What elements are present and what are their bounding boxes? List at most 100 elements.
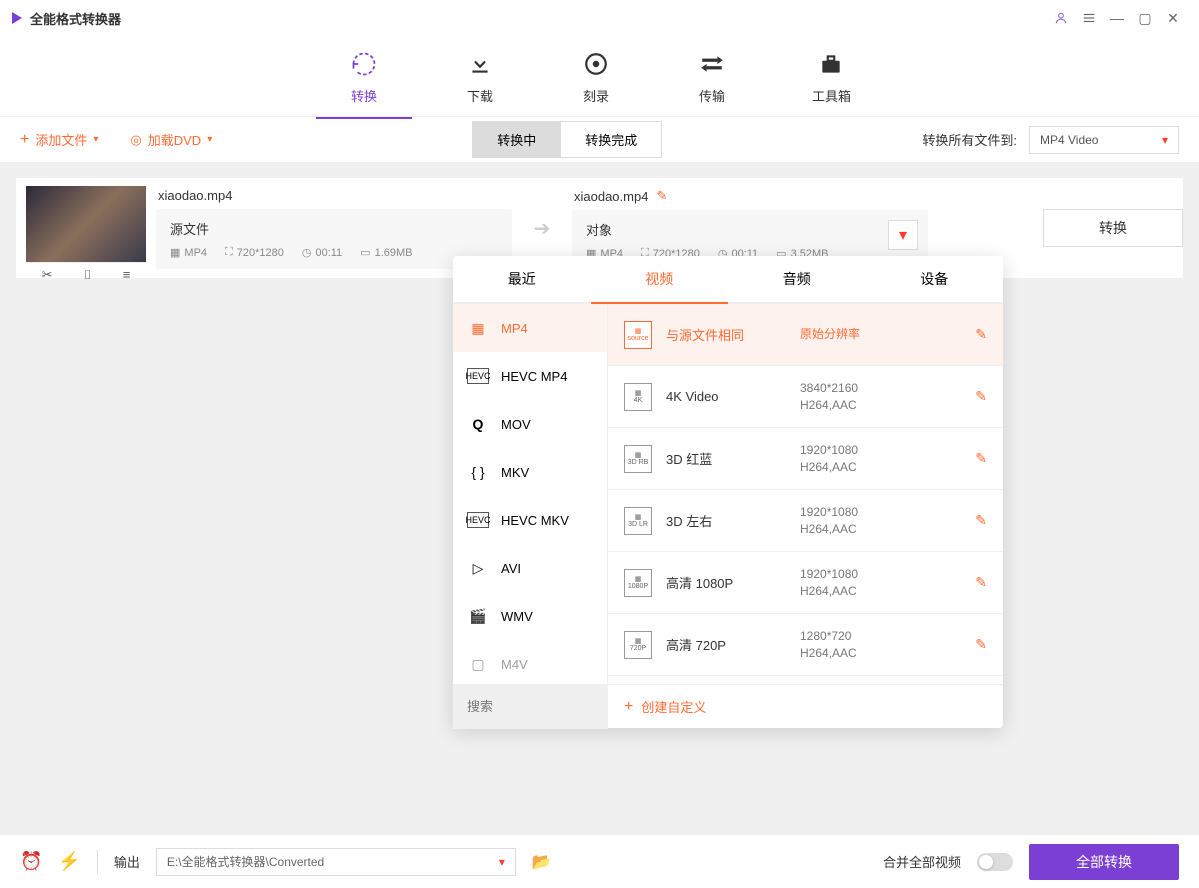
create-custom-button[interactable]: + 创建自定义 [608,697,1003,716]
cut-icon[interactable]: ✂ [42,267,53,283]
disc-icon: ◎ [130,132,141,148]
popup-tab-recent[interactable]: 最近 [453,256,591,302]
chevron-down-icon: ▾ [93,134,98,145]
maximize-icon[interactable]: ▢ [1131,4,1159,32]
close-icon[interactable]: ✕ [1159,4,1187,32]
preset-icon: ▦4K [624,383,652,411]
target-title: 对象 [586,220,914,239]
edit-preset-icon[interactable]: ✎ [975,636,987,653]
edit-name-icon[interactable]: ✎ [656,188,667,204]
preset-720p[interactable]: ▦720P 高清 720P 1280*720H264,AAC ✎ [608,614,1003,676]
preset-icon: ▦720P [624,631,652,659]
format-select-value: MP4 Video [1040,133,1098,147]
preset-3d-rb[interactable]: ▦3D RB 3D 红蓝 1920*1080H264,AAC ✎ [608,428,1003,490]
output-path-value: E:\全能格式转换器\Converted [167,853,324,870]
preset-1080p[interactable]: ▦1080P 高清 1080P 1920*1080H264,AAC ✎ [608,552,1003,614]
edit-preset-icon[interactable]: ✎ [975,450,987,467]
format-hevc-mp4[interactable]: HEVCHEVC MP4 [453,352,607,400]
add-file-button[interactable]: + 添加文件 ▾ [20,130,98,149]
plus-icon: + [624,698,633,716]
preset-4k[interactable]: ▦4K 4K Video 3840*2160H264,AAC ✎ [608,366,1003,428]
download-icon [464,48,496,80]
source-title: 源文件 [170,219,498,238]
preset-icon: ▦3D RB [624,445,652,473]
merge-label: 合并全部视频 [883,852,961,871]
hevc-icon: HEVC [467,368,489,384]
divider [97,850,98,874]
convert-all-label: 转换所有文件到: [922,130,1017,149]
preset-icon: ▦3D LR [624,507,652,535]
output-path-select[interactable]: E:\全能格式转换器\Converted ▾ [156,848,516,876]
format-list: ▦MP4 HEVCHEVC MP4 QMOV { }MKV HEVCHEVC M… [453,304,608,684]
edit-preset-icon[interactable]: ✎ [975,326,987,343]
format-select[interactable]: MP4 Video ▾ [1029,126,1179,154]
format-mp4[interactable]: ▦MP4 [453,304,607,352]
src-resolution: ⛶ 720*1280 [225,246,284,259]
load-dvd-button[interactable]: ◎ 加载DVD ▾ [130,130,212,149]
open-folder-icon[interactable]: 📂 [532,852,552,872]
preset-icon: ▦source [624,321,652,349]
minimize-icon[interactable]: — [1103,4,1131,32]
tab-done[interactable]: 转换完成 [560,121,662,158]
search-input[interactable] [453,685,608,729]
popup-tab-audio[interactable]: 音频 [728,256,866,302]
hevc-icon: HEVC [467,512,489,528]
app-title: 全能格式转换器 [30,9,121,28]
quicktime-icon: Q [467,416,489,432]
format-mkv[interactable]: { }MKV [453,448,607,496]
convert-all-button[interactable]: 全部转换 [1029,844,1179,880]
clock-icon[interactable]: ⏰ [20,851,42,872]
src-size: ▭ 1.69MB [360,246,412,259]
lightning-icon[interactable]: ⚡ [58,851,80,872]
merge-toggle[interactable] [977,853,1013,871]
edit-preset-icon[interactable]: ✎ [975,512,987,529]
clapper-icon: 🎬 [467,608,489,624]
format-wmv[interactable]: 🎬WMV [453,592,607,640]
chevron-down-icon: ▾ [1162,133,1168,147]
format-hevc-mkv[interactable]: HEVCHEVC MKV [453,496,607,544]
format-mov[interactable]: QMOV [453,400,607,448]
adjust-icon[interactable]: ≡ [123,267,131,282]
target-file-name: xiaodao.mp4 [574,189,648,204]
play-circle-icon: ▷ [467,560,489,576]
output-label: 输出 [114,852,140,871]
format-m4v[interactable]: ▢M4V [453,640,607,684]
film-icon: ▦ [467,320,489,336]
toolbox-icon [815,48,847,80]
popup-tab-video[interactable]: 视频 [591,256,729,302]
m4v-icon: ▢ [467,656,489,672]
nav-convert[interactable]: 转换 [336,40,392,113]
nav-download-label: 下载 [467,86,493,105]
burn-icon [580,48,612,80]
user-icon[interactable] [1047,4,1075,32]
nav-burn-label: 刻录 [583,86,609,105]
format-popup: 最近 视频 音频 设备 ▦MP4 HEVCHEVC MP4 QMOV { }MK… [453,256,1003,728]
nav-burn[interactable]: 刻录 [568,40,624,113]
nav-toolbox-label: 工具箱 [812,86,851,105]
crop-icon[interactable]: ⌷ [84,267,92,283]
nav-transfer-label: 传输 [699,86,725,105]
format-avi[interactable]: ▷AVI [453,544,607,592]
nav-transfer[interactable]: 传输 [684,40,740,113]
convert-button[interactable]: 转换 [1043,209,1183,247]
preset-list: ▦source 与源文件相同 原始分辨率 ✎ ▦4K 4K Video 3840… [608,304,1003,684]
chevron-down-icon: ▾ [207,134,212,145]
preset-same-as-source[interactable]: ▦source 与源文件相同 原始分辨率 ✎ [608,304,1003,366]
src-format: ▦ MP4 [170,246,207,259]
chevron-down-icon: ▾ [499,855,505,869]
create-custom-label: 创建自定义 [641,697,706,716]
mkv-icon: { } [467,464,489,480]
source-file-name: xiaodao.mp4 [156,188,512,203]
nav-toolbox[interactable]: 工具箱 [800,40,863,113]
popup-tab-device[interactable]: 设备 [866,256,1004,302]
nav-download[interactable]: 下载 [452,40,508,113]
edit-preset-icon[interactable]: ✎ [975,574,987,591]
tab-converting[interactable]: 转换中 [472,121,560,158]
edit-preset-icon[interactable]: ✎ [975,388,987,405]
video-thumbnail[interactable] [26,186,146,262]
target-format-dropdown[interactable]: ▾ [888,220,918,250]
app-logo [12,12,22,24]
preset-3d-lr[interactable]: ▦3D LR 3D 左右 1920*1080H264,AAC ✎ [608,490,1003,552]
menu-icon[interactable] [1075,4,1103,32]
preset-icon: ▦1080P [624,569,652,597]
